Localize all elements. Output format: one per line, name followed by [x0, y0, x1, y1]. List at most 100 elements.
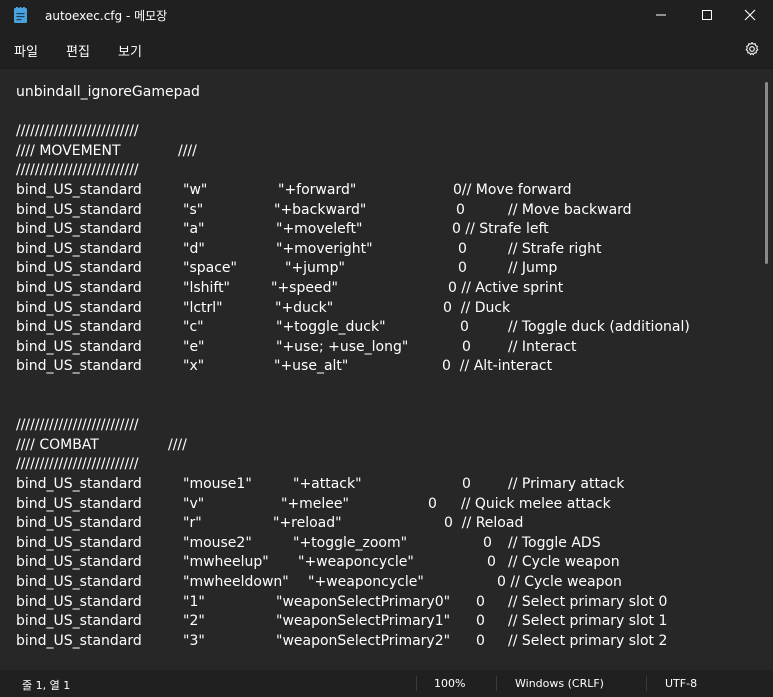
text-segment: "lshift" [183, 280, 230, 296]
text-segment: 0 [458, 240, 467, 257]
text-segment: 0 [458, 260, 467, 277]
menu-bar: 파일 편집 보기 [0, 30, 773, 68]
text-editor[interactable]: unbindall_ignoreGamepad/////////////////… [0, 68, 773, 670]
status-separator [416, 676, 417, 691]
text-segment: "mwheeldown" [183, 574, 289, 590]
text-segment: 0 [476, 593, 485, 610]
text-segment: //// [168, 436, 187, 453]
text-segment: 0 [456, 201, 465, 218]
text-segment: "v" [183, 495, 205, 512]
text-segment: bind_US_standard [16, 260, 142, 277]
maximize-icon [702, 10, 712, 20]
text-segment: 0 // Alt-interact [442, 358, 553, 375]
text-segment: "+backward" [274, 201, 367, 218]
text-segment: ////////////////////////// [16, 162, 139, 179]
text-segment: "mouse2" [183, 534, 252, 551]
text-segment: "s" [183, 201, 204, 218]
text-segment: 0// Move forward [453, 182, 572, 198]
status-bar: 줄 1, 열 1 100% Windows (CRLF) UTF-8 [0, 670, 773, 697]
text-segment: // Select primary slot 1 [508, 613, 668, 630]
text-segment: bind_US_standard [16, 593, 142, 610]
zoom-level: 100% [434, 677, 466, 690]
text-line: ////////////////////////// [0, 417, 760, 437]
text-segment: 0 [462, 476, 471, 492]
text-line: bind_US_standard "lctrl" "+duck" 0 // Duck [0, 300, 760, 320]
text-segment: 0 // Strafe left [452, 221, 549, 238]
text-line: bind_US_standard "d" "+moveright" 0 // Straf… [0, 241, 760, 261]
text-segment: bind_US_standard [16, 534, 142, 551]
text-segment: // Interact [508, 338, 577, 355]
text-segment: //// COMBAT [16, 436, 99, 453]
text-segment: "x" [183, 358, 205, 375]
text-segment: bind_US_standard [16, 240, 142, 257]
text-segment: // Toggle duck (additional) [508, 319, 690, 336]
text-segment: bind_US_standard [16, 221, 142, 238]
menu-file[interactable]: 파일 [14, 41, 38, 60]
text-line: //// COMBAT //// [0, 437, 760, 457]
text-segment: "mouse1" [183, 476, 252, 492]
close-button[interactable] [727, 0, 773, 30]
text-segment: bind_US_standard [16, 515, 142, 532]
text-segment: 0 [460, 319, 469, 336]
text-segment: 0 [476, 613, 485, 630]
text-segment: "mwheelup" [183, 554, 269, 571]
text-segment: "a" [183, 221, 205, 238]
menu-edit[interactable]: 편집 [66, 41, 90, 60]
close-icon [744, 9, 756, 21]
window-title: autoexec.cfg - 메모장 [45, 9, 168, 23]
gear-icon[interactable] [744, 41, 760, 57]
text-segment: "space" [183, 260, 237, 277]
text-segment: bind_US_standard [16, 613, 142, 630]
text-line: bind_US_standard "r" "+reload" 0 // Reload [0, 515, 760, 535]
menu-view[interactable]: 보기 [118, 41, 142, 60]
text-line: //// MOVEMENT //// [0, 143, 760, 163]
status-separator [496, 676, 497, 691]
text-line [0, 398, 760, 418]
minimize-button[interactable] [638, 0, 684, 30]
text-line: bind_US_standard "space" "+jump" 0 // Jump [0, 260, 760, 280]
text-segment: bind_US_standard [16, 338, 142, 355]
text-segment: 0 [483, 534, 492, 551]
text-segment: "+duck" [275, 299, 334, 316]
text-segment: "2" [183, 613, 205, 630]
text-segment: 0 [476, 632, 485, 649]
text-segment: "+reload" [273, 515, 342, 532]
text-line: bind_US_standard "w" "+forward" 0// Move fo… [0, 182, 760, 202]
text-segment: // Select primary slot 0 [508, 593, 668, 610]
text-segment: "+attack" [293, 476, 362, 492]
vertical-scrollbar[interactable] [765, 82, 768, 264]
text-segment: "weaponSelectPrimary0" [276, 593, 451, 610]
text-segment: //// MOVEMENT [16, 142, 121, 159]
text-segment: bind_US_standard [16, 280, 142, 296]
text-line [0, 104, 760, 124]
text-line: bind_US_standard "2" "weaponSelectPrimary1… [0, 613, 760, 633]
text-segment: bind_US_standard [16, 299, 142, 316]
text-segment: "+use_alt" [274, 358, 349, 375]
line-ending: Windows (CRLF) [515, 677, 604, 690]
text-line: bind_US_standard "mwheeldown" "+weaponcycl… [0, 574, 760, 594]
text-segment: "+moveright" [276, 240, 373, 257]
encoding: UTF-8 [665, 677, 698, 690]
text-line: ////////////////////////// [0, 123, 760, 143]
text-segment: "weaponSelectPrimary1" [276, 613, 451, 630]
text-line: bind_US_standard "3" "weaponSelectPrimary2… [0, 633, 760, 653]
text-segment: // Toggle ADS [508, 534, 601, 551]
text-segment: //// [178, 142, 197, 159]
text-segment: "3" [183, 632, 205, 649]
title-bar: autoexec.cfg - 메모장 [0, 0, 773, 30]
text-segment: "+melee" [281, 495, 349, 512]
text-segment: 0 [462, 338, 471, 355]
text-segment: // Cycle weapon [508, 554, 620, 571]
text-segment: "lctrl" [183, 299, 223, 316]
text-line: unbindall_ignoreGamepad [0, 84, 760, 104]
text-segment: ////////////////////////// [16, 123, 139, 140]
text-line: bind_US_standard "v" "+melee" 0 // Quick mel… [0, 496, 760, 516]
text-line: bind_US_standard "s" "+backward" 0 // Move b… [0, 202, 760, 222]
maximize-button[interactable] [684, 0, 730, 30]
text-segment: bind_US_standard [16, 495, 142, 512]
text-segment: bind_US_standard [16, 476, 142, 492]
text-segment: "weaponSelectPrimary2" [276, 632, 451, 649]
text-line: ////////////////////////// [0, 162, 760, 182]
text-segment: "+weaponcycle" [308, 574, 424, 590]
text-segment: ////////////////////////// [16, 456, 139, 473]
